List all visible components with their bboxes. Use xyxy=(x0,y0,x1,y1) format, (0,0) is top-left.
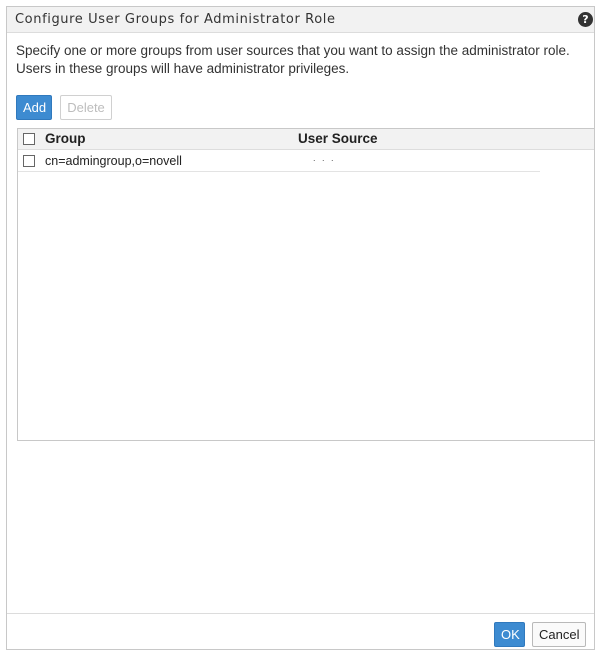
row-checkbox[interactable] xyxy=(23,155,35,167)
ok-button[interactable]: OK xyxy=(494,622,525,647)
cancel-button[interactable]: Cancel xyxy=(532,622,586,647)
select-all-checkbox[interactable] xyxy=(23,133,35,145)
dialog-footer: OK Cancel xyxy=(7,613,594,649)
table-header: Group User Source xyxy=(18,129,594,150)
dialog-title-bar: Configure User Groups for Administrator … xyxy=(7,7,594,33)
table-row[interactable]: cn=admingroup,o=novell . . . xyxy=(18,150,540,172)
row-user-source-cell: . . . xyxy=(313,153,336,163)
column-header-group[interactable]: Group xyxy=(45,131,86,146)
delete-button[interactable]: Delete xyxy=(60,95,112,120)
configure-user-groups-dialog: Configure User Groups for Administrator … xyxy=(6,6,595,650)
column-header-user-source[interactable]: User Source xyxy=(298,131,378,146)
add-button[interactable]: Add xyxy=(16,95,52,120)
row-group-cell: cn=admingroup,o=novell xyxy=(45,154,182,168)
dialog-description: Specify one or more groups from user sou… xyxy=(16,43,570,76)
help-icon[interactable]: ? xyxy=(578,12,593,27)
groups-table: Group User Source cn=admingroup,o=novell… xyxy=(17,128,595,441)
dialog-title: Configure User Groups for Administrator … xyxy=(15,12,336,27)
